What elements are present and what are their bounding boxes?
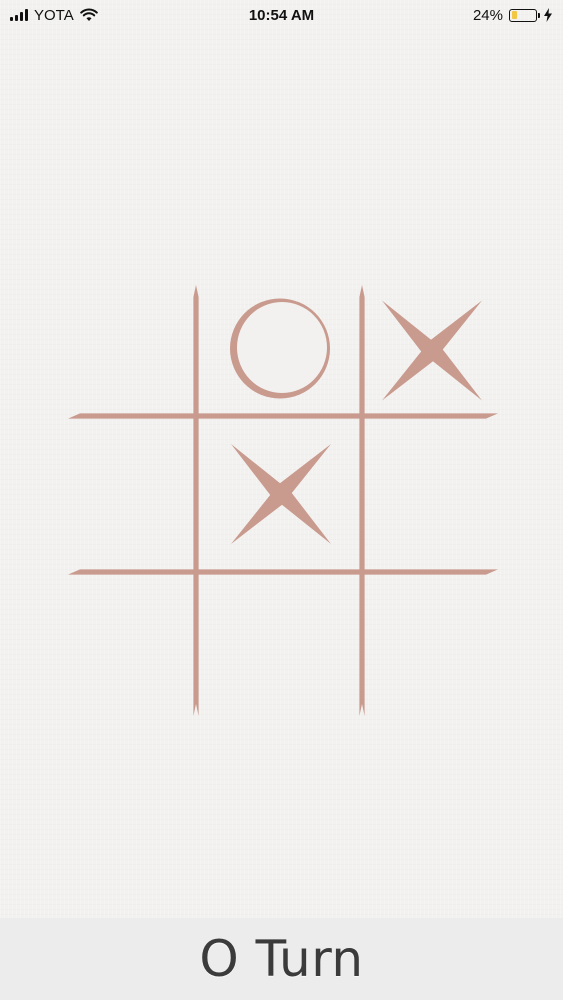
game-board bbox=[68, 285, 498, 716]
board-cell-2-1[interactable] bbox=[196, 572, 362, 716]
turn-indicator-bar: O Turn bbox=[0, 918, 563, 1000]
game-screen: YOTA 10:54 AM 24% O Turn bbox=[0, 0, 563, 1000]
board-cell-0-0[interactable] bbox=[68, 285, 196, 416]
turn-label: O Turn bbox=[199, 930, 364, 988]
board-cell-2-2[interactable] bbox=[362, 572, 498, 716]
board-cell-1-0[interactable] bbox=[68, 416, 196, 572]
board-cell-1-2[interactable] bbox=[362, 416, 498, 572]
o-mark-0-1 bbox=[230, 298, 330, 399]
board-cell-2-0[interactable] bbox=[68, 572, 196, 716]
